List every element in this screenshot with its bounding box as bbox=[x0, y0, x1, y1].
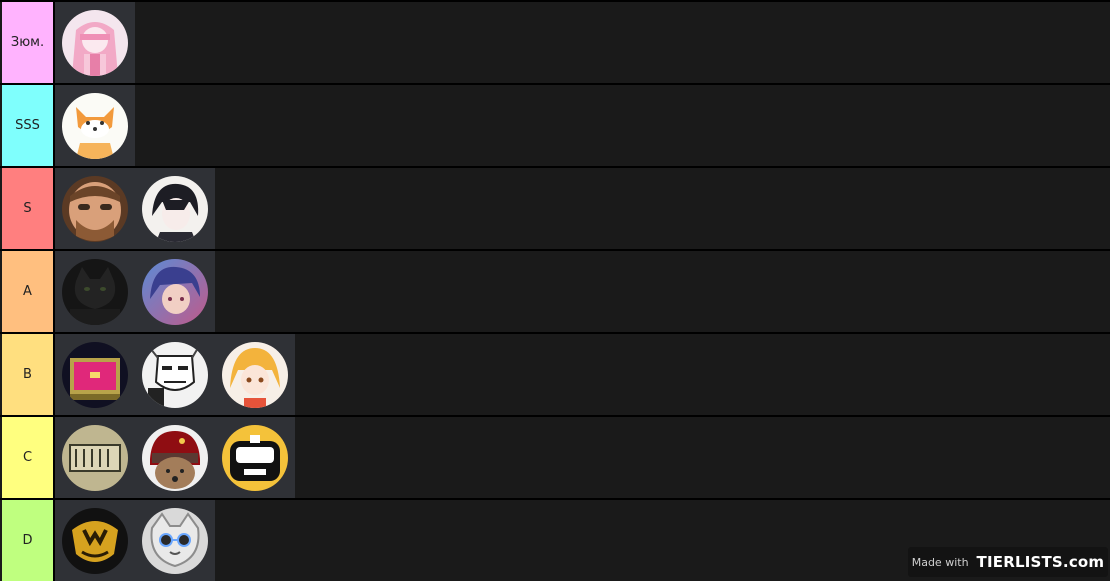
fox-cartoon-avatar bbox=[62, 92, 128, 159]
tier-item[interactable] bbox=[135, 334, 215, 415]
tier-item[interactable] bbox=[55, 168, 135, 249]
tier-item[interactable] bbox=[55, 2, 135, 83]
dog-ushanka-avatar bbox=[142, 424, 208, 491]
blonde-anime-girl-avatar bbox=[222, 341, 288, 408]
tier-label-a[interactable]: A bbox=[2, 251, 55, 332]
pixel-chest-avatar bbox=[62, 341, 128, 408]
tier-item[interactable] bbox=[135, 168, 215, 249]
crash-mask-avatar bbox=[62, 507, 128, 574]
tierlists-logo: TIERLISTS.com bbox=[976, 553, 1105, 571]
black-cat-avatar bbox=[62, 258, 128, 325]
tier-label-c[interactable]: C bbox=[2, 417, 55, 498]
tier-row: S bbox=[0, 168, 1110, 249]
tier-row: A bbox=[0, 251, 1110, 332]
tier-items-c bbox=[55, 417, 1110, 498]
tier-item[interactable] bbox=[215, 334, 295, 415]
tier-item[interactable] bbox=[55, 417, 135, 498]
tier-item[interactable] bbox=[55, 251, 135, 332]
tier-item[interactable] bbox=[55, 334, 135, 415]
tier-row: Зюм. bbox=[0, 2, 1110, 83]
cat-sunglasses-avatar bbox=[142, 507, 208, 574]
anime-pink-girl-avatar bbox=[62, 9, 128, 76]
tier-item[interactable] bbox=[135, 251, 215, 332]
manga-man-avatar bbox=[142, 341, 208, 408]
tier-items-zyum bbox=[55, 2, 1110, 83]
accordion-avatar bbox=[62, 424, 128, 491]
tier-row: B bbox=[0, 334, 1110, 415]
visor-character-avatar bbox=[222, 424, 288, 491]
tier-items-a bbox=[55, 251, 1110, 332]
tier-label-sss[interactable]: SSS bbox=[2, 85, 55, 166]
bearded-man-avatar bbox=[62, 175, 128, 242]
tier-item[interactable] bbox=[135, 500, 215, 581]
made-with-watermark[interactable]: Made with TIERLISTS.com bbox=[908, 547, 1108, 577]
tier-item[interactable] bbox=[135, 417, 215, 498]
tier-label-b[interactable]: B bbox=[2, 334, 55, 415]
tier-items-b bbox=[55, 334, 1110, 415]
watermark-made-with: Made with bbox=[911, 555, 969, 569]
tier-item[interactable] bbox=[55, 500, 135, 581]
tier-label-s[interactable]: S bbox=[2, 168, 55, 249]
tier-row: C bbox=[0, 417, 1110, 498]
blue-hair-girl-avatar bbox=[142, 258, 208, 325]
tier-item[interactable] bbox=[55, 85, 135, 166]
tier-label-zyum[interactable]: Зюм. bbox=[2, 2, 55, 83]
tier-row: SSS bbox=[0, 85, 1110, 166]
tier-label-d[interactable]: D bbox=[2, 500, 55, 581]
tier-list: Зюм. SSS S A B C D Made with TIERLISTS.c… bbox=[0, 0, 1110, 581]
anime-boy-avatar bbox=[142, 175, 208, 242]
tier-items-sss bbox=[55, 85, 1110, 166]
tier-item[interactable] bbox=[215, 417, 295, 498]
tier-items-s bbox=[55, 168, 1110, 249]
